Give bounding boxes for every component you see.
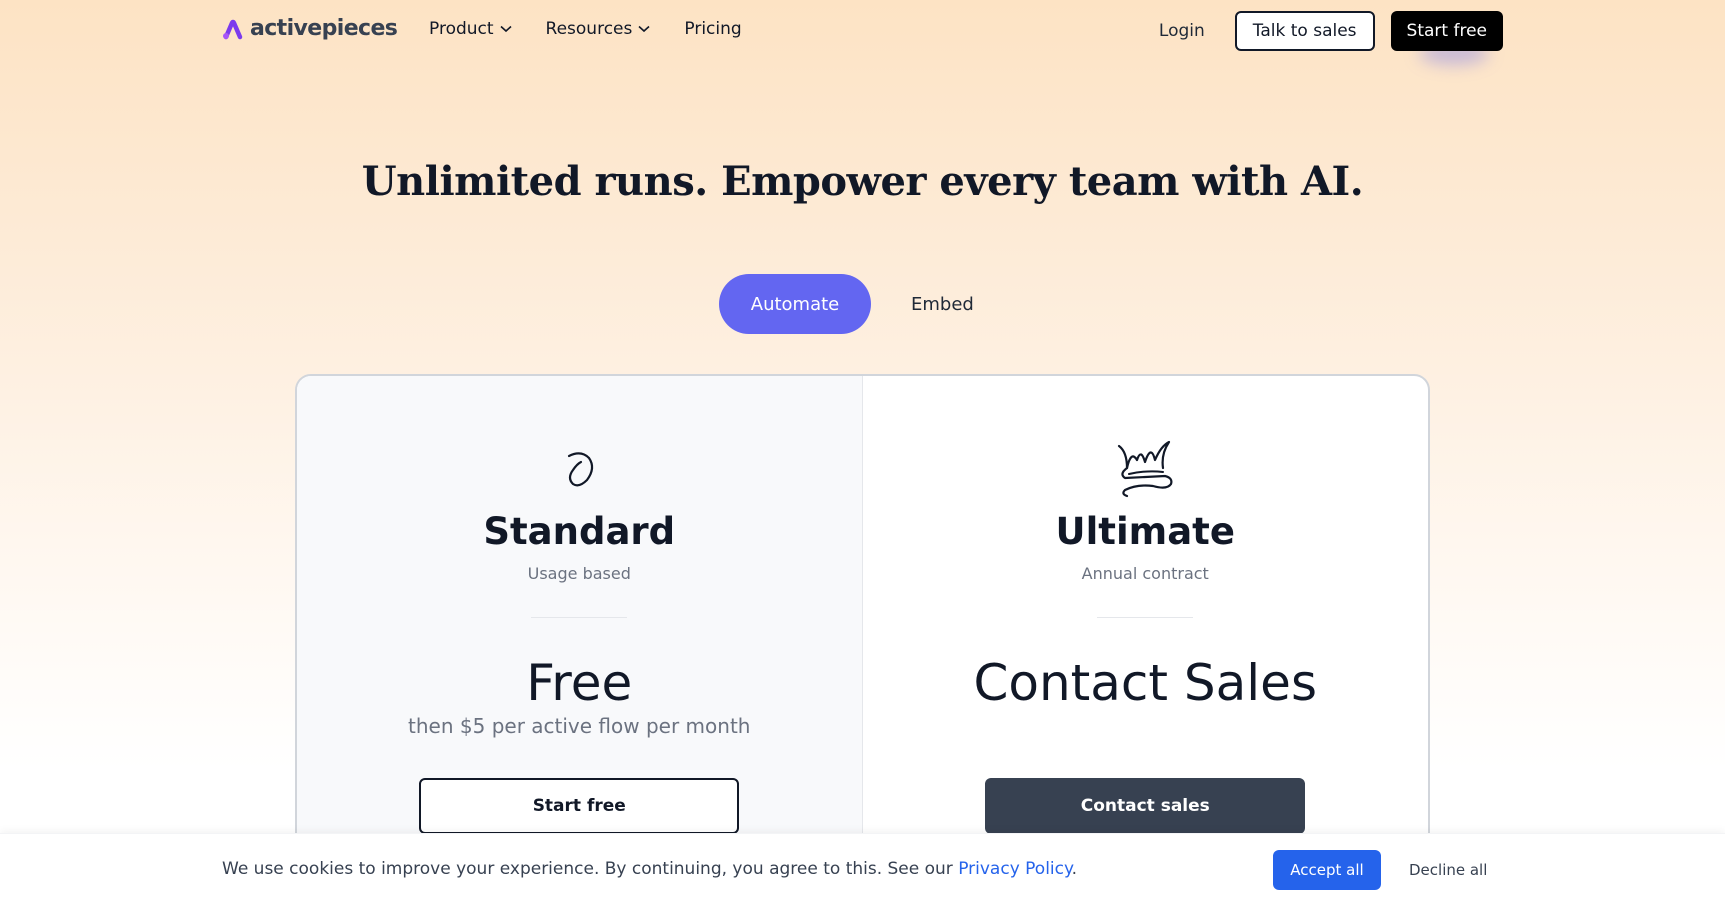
toggle-embed[interactable]: Embed [911, 294, 974, 315]
decline-all-button[interactable]: Decline all [1409, 861, 1487, 879]
divider [531, 617, 628, 618]
start-free-button[interactable]: Start free [1390, 11, 1503, 65]
button-glow [1418, 41, 1489, 65]
plan-subtitle: Usage based [527, 564, 631, 583]
activepieces-logo-icon [223, 19, 243, 39]
divider [1097, 617, 1194, 618]
plan-price-note: then $5 per active flow per month [408, 714, 751, 738]
cookie-text: We use cookies to improve your experienc… [222, 859, 959, 879]
toggle-automate[interactable]: Automate [719, 274, 871, 334]
page-headline: Unlimited runs. Empower every team with … [361, 158, 1364, 205]
standard-start-free-button[interactable]: Start free [419, 778, 740, 834]
chevron-down-icon [638, 25, 650, 33]
talk-to-sales-button[interactable]: Talk to sales [1234, 11, 1375, 51]
swirl-icon [568, 452, 594, 487]
nav-links: Product Resources Pricing [429, 19, 742, 39]
plan-card-ultimate: Ultimate Annual contract Contact Sales C… [863, 376, 1429, 872]
plan-card-standard: Standard Usage based Free then $5 per ac… [297, 376, 863, 872]
nav-pricing-label: Pricing [684, 19, 742, 39]
accept-all-button[interactable]: Accept all [1273, 850, 1381, 890]
cookie-message: We use cookies to improve your experienc… [222, 859, 1077, 879]
top-navbar: activepieces Product Resources Pricing L… [0, 0, 1725, 65]
crown-icon [1118, 440, 1173, 498]
logo[interactable]: activepieces [222, 16, 398, 41]
nav-pricing[interactable]: Pricing [684, 19, 741, 39]
logo-text: activepieces [250, 16, 398, 41]
cookie-banner: We use cookies to improve your experienc… [0, 833, 1725, 905]
plan-type-toggle: Automate Embed [719, 274, 974, 334]
plan-subtitle: Annual contract [1081, 564, 1209, 583]
chevron-down-icon [500, 25, 512, 33]
plan-price: Free [526, 654, 633, 712]
contact-sales-button[interactable]: Contact sales [985, 778, 1306, 834]
plan-name: Ultimate [1055, 510, 1235, 553]
nav-product[interactable]: Product [429, 19, 512, 39]
start-free-label: Start free [1406, 21, 1487, 41]
privacy-policy-link[interactable]: Privacy Policy [958, 859, 1071, 879]
nav-actions: Login Talk to sales Start free [1159, 11, 1503, 65]
nav-product-label: Product [429, 19, 494, 39]
nav-resources[interactable]: Resources [546, 19, 651, 39]
nav-resources-label: Resources [545, 19, 633, 39]
pricing-cards: Standard Usage based Free then $5 per ac… [295, 374, 1430, 874]
login-link[interactable]: Login [1159, 21, 1205, 41]
plan-name: Standard [483, 510, 676, 553]
plan-price: Contact Sales [973, 654, 1317, 712]
cookie-period: . [1071, 859, 1078, 879]
